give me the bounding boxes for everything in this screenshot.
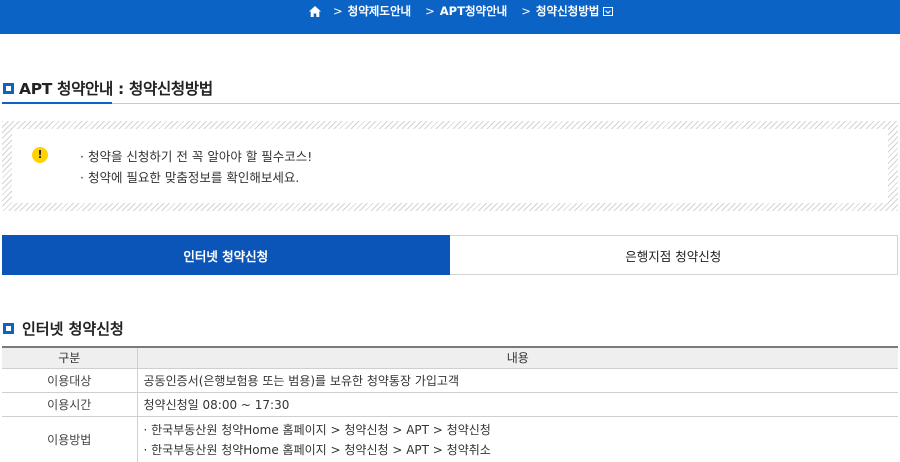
usage-step-cancel: 한국부동산원 청약Home 홈페이지 > 청약신청 > APT > 청약취소 (144, 440, 893, 460)
row-label: 이용시간 (2, 392, 138, 417)
usage-step-apply: 한국부동산원 청약Home 홈페이지 > 청약신청 > APT > 청약신청 (144, 420, 893, 440)
header-content: 내용 (137, 346, 898, 369)
notice-line: · 청약을 신청하기 전 꼭 알아야 할 필수코스! (80, 149, 313, 164)
row-content: 한국부동산원 청약Home 홈페이지 > 청약신청 > APT > 청약신청 한… (137, 416, 898, 462)
breadcrumb-separator: > (333, 4, 343, 18)
page-title-row: APT 청약안내 : 청약신청방법 (0, 76, 213, 100)
section-title: 인터넷 청약신청 (22, 319, 124, 338)
breadcrumb-separator: > (521, 4, 531, 18)
row-content: 공동인증서(은행보험용 또는 범용)를 보유한 청약통장 가입고객 (137, 368, 898, 393)
notice-content: ! · 청약을 신청하기 전 꼭 알아야 할 필수코스! · 청약에 필요한 맞… (12, 129, 888, 203)
breadcrumb-item-method[interactable]: 청약신청방법 (536, 3, 599, 19)
header-category: 구분 (2, 346, 138, 369)
row-label: 이용대상 (2, 368, 138, 393)
notice-box: ! · 청약을 신청하기 전 꼭 알아야 할 필수코스! · 청약에 필요한 맞… (2, 121, 898, 211)
chevron-down-box-icon[interactable] (603, 6, 614, 16)
breadcrumb-item-system[interactable]: 청약제도안내 (348, 3, 411, 19)
info-table: 구분 내용 이용대상 공동인증서(은행보험용 또는 범용)를 보유한 청약통장 … (2, 346, 898, 462)
notice-line: · 청약에 필요한 맞춤정보를 확인해보세요. (80, 170, 300, 185)
title-divider (2, 103, 900, 104)
home-icon[interactable] (309, 5, 321, 17)
row-label: 이용방법 (2, 416, 138, 462)
table-header-row: 구분 내용 (2, 346, 898, 369)
breadcrumb-separator: > (425, 4, 435, 18)
breadcrumb-item-apt[interactable]: APT청약안내 (440, 3, 508, 19)
top-nav-bar: > 청약제도안내 > APT청약안내 > 청약신청방법 (0, 0, 900, 34)
table-row: 이용시간 청약신청일 08:00 ~ 17:30 (2, 392, 898, 417)
breadcrumb: > 청약제도안내 > APT청약안내 > 청약신청방법 (309, 0, 614, 22)
table-row: 이용방법 한국부동산원 청약Home 홈페이지 > 청약신청 > APT > 청… (2, 416, 898, 462)
square-bullet-icon (3, 82, 14, 94)
tab-bar: 인터넷 청약신청 은행지점 청약신청 (2, 235, 898, 275)
square-bullet-icon (3, 322, 14, 334)
page-title: APT 청약안내 : 청약신청방법 (19, 80, 213, 98)
title-divider-accent (2, 102, 112, 104)
table-row: 이용대상 공동인증서(은행보험용 또는 범용)를 보유한 청약통장 가입고객 (2, 368, 898, 393)
tab-bank-apply[interactable]: 은행지점 청약신청 (449, 235, 898, 275)
exclamation-icon: ! (32, 147, 48, 163)
notice-lines: · 청약을 신청하기 전 꼭 알아야 할 필수코스! · 청약에 필요한 맞춤정… (80, 146, 312, 188)
tab-internet-apply[interactable]: 인터넷 청약신청 (2, 235, 450, 275)
row-content: 청약신청일 08:00 ~ 17:30 (137, 392, 898, 417)
section-title-row: 인터넷 청약신청 (0, 317, 124, 339)
